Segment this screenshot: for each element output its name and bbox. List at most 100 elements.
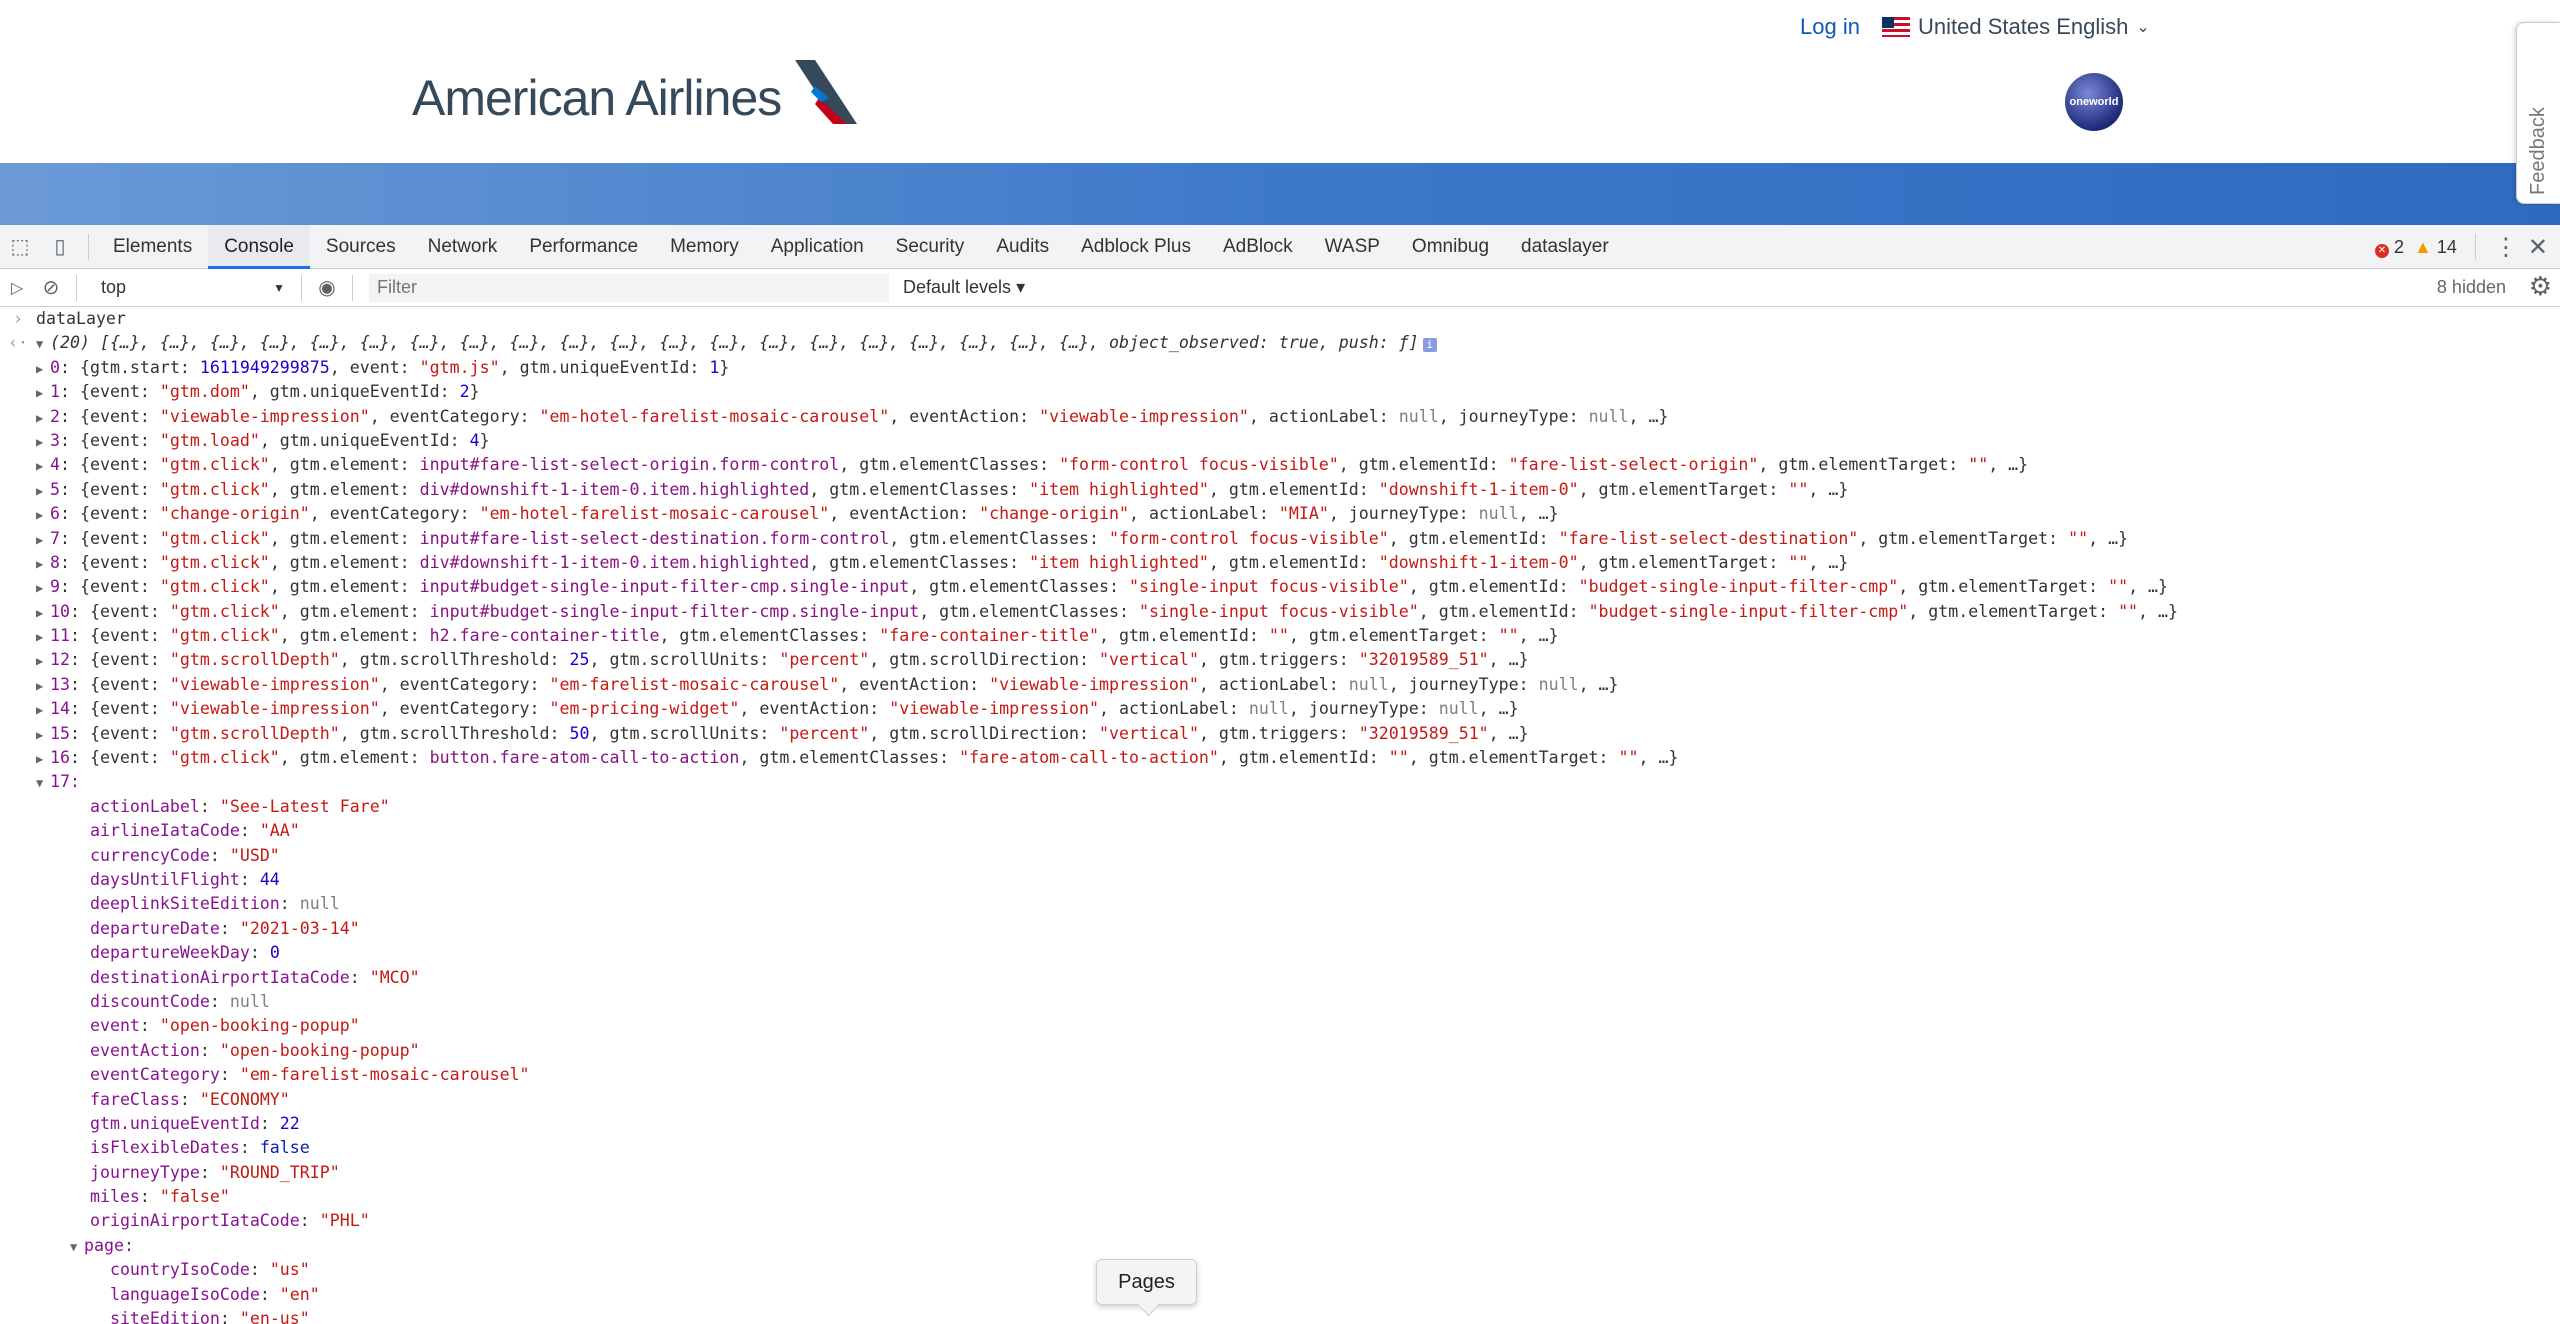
filter-input[interactable] xyxy=(369,273,889,302)
datalayer-entry[interactable]: ▶ 2: {event: "viewable-impression", event… xyxy=(0,405,2560,429)
log-levels-dropdown[interactable]: Default levels ▾ xyxy=(903,277,1025,298)
tab-wasp[interactable]: WASP xyxy=(1309,225,1396,269)
object-property: journeyType: "ROUND_TRIP" xyxy=(89,1162,340,1182)
gear-icon[interactable]: ⚙ xyxy=(2529,271,2552,302)
expand-triangle-icon[interactable]: ▶ xyxy=(36,430,50,454)
entry-text: 3: {event: "gtm.load", gtm.uniqueEventId… xyxy=(50,430,490,450)
datalayer-entry[interactable]: ▶ 5: {event: "gtm.click", gtm.element: di… xyxy=(0,478,2560,502)
object-property-expanded[interactable]: ▼ page: xyxy=(0,1234,2560,1258)
expand-triangle-icon[interactable]: ▶ xyxy=(36,406,50,430)
datalayer-entry[interactable]: ▶ 13: {event: "viewable-impression", even… xyxy=(0,673,2560,697)
tab-adblock[interactable]: AdBlock xyxy=(1207,225,1309,269)
datalayer-entry[interactable]: ▶ 9: {event: "gtm.click", gtm.element: in… xyxy=(0,575,2560,599)
property-key: deeplinkSiteEdition xyxy=(89,894,280,914)
tab-omnibug[interactable]: Omnibug xyxy=(1396,225,1505,269)
property-key: miles xyxy=(89,1187,140,1207)
expand-triangle-icon[interactable]: ▶ xyxy=(36,625,50,649)
property-value: null xyxy=(299,894,340,914)
property-key: journeyType xyxy=(89,1162,200,1182)
tab-console[interactable]: Console xyxy=(208,224,310,269)
console-output[interactable]: › dataLayer ‹· ▼ (20) [{…}, {…}, {…}, {…}, {… xyxy=(0,307,2560,1324)
object-property: eventCategory: "em-farelist-mosaic-carou… xyxy=(89,1065,530,1085)
expand-triangle-icon[interactable]: ▶ xyxy=(36,723,50,747)
expand-triangle-icon[interactable]: ▶ xyxy=(36,528,50,552)
divider xyxy=(76,274,77,301)
close-icon[interactable]: ✕ xyxy=(2528,233,2548,262)
expand-triangle-icon[interactable]: ▶ xyxy=(36,454,50,478)
datalayer-entry[interactable]: ▶ 8: {event: "gtm.click", gtm.element: di… xyxy=(0,551,2560,575)
property-value: "ROUND_TRIP" xyxy=(219,1162,340,1182)
datalayer-entry[interactable]: ▶ 15: {event: "gtm.scrollDepth", gtm.scro… xyxy=(0,722,2560,746)
devtools-panel: ⬚ ▯ Elements Console Sources Network Perform… xyxy=(0,224,2560,1324)
tab-sources[interactable]: Sources xyxy=(310,225,412,269)
object-property: actionLabel: "See-Latest Fare" xyxy=(89,796,390,816)
expand-triangle-icon[interactable]: ▶ xyxy=(36,674,50,698)
object-property: destinationAirportIataCode: "MCO" xyxy=(89,967,420,987)
expand-triangle-icon[interactable]: ▶ xyxy=(36,479,50,503)
error-count[interactable]: ✕ 2 xyxy=(2374,237,2404,258)
tab-elements[interactable]: Elements xyxy=(97,225,208,269)
datalayer-entry[interactable]: ▶ 12: {event: "gtm.scrollDepth", gtm.scro… xyxy=(0,648,2560,672)
tab-performance[interactable]: Performance xyxy=(513,225,654,269)
context-selector[interactable]: top ▼ xyxy=(93,274,293,302)
tab-audits[interactable]: Audits xyxy=(980,225,1065,269)
divider xyxy=(352,274,353,301)
more-options-icon[interactable]: ⋮ xyxy=(2494,233,2518,262)
expand-triangle-icon[interactable]: ▶ xyxy=(36,649,50,673)
collapse-triangle-icon[interactable]: ▼ xyxy=(36,771,50,795)
inspect-element-icon[interactable]: ⬚ xyxy=(0,225,40,269)
collapse-triangle-icon[interactable]: ▼ xyxy=(36,332,50,356)
locale-selector[interactable]: United States English ⌄ xyxy=(1882,14,2150,40)
dropdown-arrow-icon: ▼ xyxy=(273,280,285,295)
tab-network[interactable]: Network xyxy=(412,225,514,269)
datalayer-entry[interactable]: ▶ 7: {event: "gtm.click", gtm.element: in… xyxy=(0,527,2560,551)
datalayer-entry[interactable]: ▶ 3: {event: "gtm.load", gtm.uniqueEventI… xyxy=(0,429,2560,453)
tab-security[interactable]: Security xyxy=(880,225,981,269)
tab-memory[interactable]: Memory xyxy=(654,225,755,269)
feedback-tab[interactable]: Feedback xyxy=(2516,22,2560,204)
american-airlines-logo[interactable]: American Airlines xyxy=(412,60,865,128)
tab-application[interactable]: Application xyxy=(755,225,880,269)
entry-text: 10: {event: "gtm.click", gtm.element: in… xyxy=(50,601,2179,621)
device-toolbar-icon[interactable]: ▯ xyxy=(40,225,80,269)
eye-icon[interactable]: ◉ xyxy=(310,266,344,310)
property-key: fareClass xyxy=(89,1089,180,1109)
expand-triangle-icon[interactable]: ▶ xyxy=(36,698,50,722)
expand-triangle-icon[interactable]: ▶ xyxy=(36,601,50,625)
property-value: "open-booking-popup" xyxy=(159,1016,360,1036)
property-key: airlineIataCode xyxy=(89,821,240,841)
datalayer-entry[interactable]: ▶ 16: {event: "gtm.click", gtm.element: b… xyxy=(0,746,2560,770)
datalayer-entry[interactable]: ▶ 10: {event: "gtm.click", gtm.element: i… xyxy=(0,600,2560,624)
property-value: "em-farelist-mosaic-carousel" xyxy=(239,1065,530,1085)
clear-console-icon[interactable]: ⊘ xyxy=(34,266,68,310)
console-result-line[interactable]: ‹· ▼ (20) [{…}, {…}, {…}, {…}, {…}, {…}, {… xyxy=(0,331,2560,355)
tab-adblock-plus[interactable]: Adblock Plus xyxy=(1065,225,1207,269)
datalayer-entry[interactable]: ▶ 6: {event: "change-origin", eventCatego… xyxy=(0,502,2560,526)
tab-dataslayer[interactable]: dataslayer xyxy=(1505,225,1625,269)
datalayer-entry-expanded[interactable]: ▼ 17: xyxy=(0,770,2560,794)
expand-triangle-icon[interactable]: ▶ xyxy=(36,576,50,600)
expand-triangle-icon[interactable]: ▶ xyxy=(36,381,50,405)
expand-triangle-icon[interactable]: ▶ xyxy=(36,552,50,576)
expand-triangle-icon[interactable]: ▶ xyxy=(36,747,50,771)
entry-text: 1: {event: "gtm.dom", gtm.uniqueEventId:… xyxy=(50,382,480,402)
info-icon[interactable]: i xyxy=(1422,338,1437,353)
property-key: eventAction xyxy=(89,1040,200,1060)
datalayer-entry[interactable]: ▶ 0: {gtm.start: 1611949299875, event: "g… xyxy=(0,356,2560,380)
property-key: languageIsoCode xyxy=(109,1284,260,1304)
collapse-triangle-icon[interactable]: ▼ xyxy=(70,1235,84,1259)
expand-triangle-icon[interactable]: ▶ xyxy=(36,357,50,381)
datalayer-entry[interactable]: ▶ 4: {event: "gtm.click", gtm.element: in… xyxy=(0,453,2560,477)
datalayer-entry[interactable]: ▶ 14: {event: "viewable-impression", even… xyxy=(0,697,2560,721)
warning-count[interactable]: ▲ 14 xyxy=(2414,237,2457,258)
property-value: 44 xyxy=(259,869,280,889)
datalayer-entry[interactable]: ▶ 11: {event: "gtm.click", gtm.element: h… xyxy=(0,624,2560,648)
entry-text: 2: {event: "viewable-impression", eventC… xyxy=(50,406,1669,426)
entry-text: 14: {event: "viewable-impression", event… xyxy=(50,699,1519,719)
expand-triangle-icon[interactable]: ▶ xyxy=(36,503,50,527)
show-sidebar-icon[interactable]: ▷ xyxy=(0,266,34,310)
object-property: fareClass: "ECONOMY" xyxy=(89,1089,290,1109)
datalayer-entry[interactable]: ▶ 1: {event: "gtm.dom", gtm.uniqueEventId… xyxy=(0,380,2560,404)
login-link[interactable]: Log in xyxy=(1800,14,1860,40)
property-key: originAirportIataCode xyxy=(89,1211,300,1231)
